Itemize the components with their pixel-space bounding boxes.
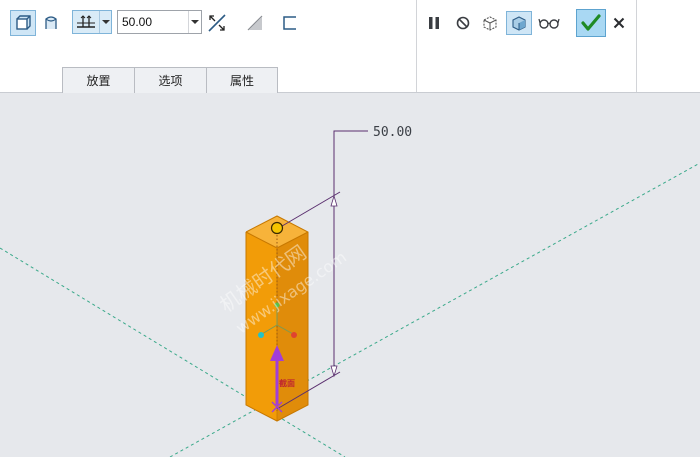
thicken-sketch-icon bbox=[281, 14, 299, 32]
depth-drag-handle[interactable] bbox=[270, 221, 284, 235]
tab-placement[interactable]: 放置 bbox=[62, 67, 135, 93]
pause-button[interactable] bbox=[423, 12, 445, 34]
chevron-down-icon bbox=[99, 11, 111, 33]
dimension-leader bbox=[333, 130, 368, 196]
flip-direction-button[interactable] bbox=[204, 10, 230, 36]
cancel-button[interactable] bbox=[609, 12, 629, 34]
flip-direction-icon bbox=[206, 12, 228, 34]
extrude-solid-button[interactable] bbox=[10, 10, 36, 36]
ok-button[interactable] bbox=[576, 9, 606, 37]
tab-properties[interactable]: 属性 bbox=[206, 67, 278, 93]
tab-options-label: 选项 bbox=[158, 74, 183, 88]
verify-glasses-icon bbox=[538, 16, 560, 30]
remove-material-icon bbox=[245, 13, 265, 33]
csys-point bbox=[291, 332, 297, 338]
dimension-arrow-top bbox=[330, 194, 338, 207]
chevron-down-icon[interactable] bbox=[188, 11, 201, 33]
blind-depth-icon bbox=[73, 11, 99, 33]
depth-type-dropdown[interactable] bbox=[72, 10, 112, 34]
extrude-surface-button[interactable] bbox=[39, 10, 65, 36]
feature-preview-icon bbox=[509, 14, 529, 32]
extrude-surface-icon bbox=[43, 14, 61, 32]
tab-placement-label: 放置 bbox=[86, 74, 111, 88]
extrude-solid-icon bbox=[14, 14, 32, 32]
cancel-x-icon bbox=[613, 17, 625, 29]
depth-value-input[interactable] bbox=[118, 11, 188, 33]
section-face-label: 截面 bbox=[279, 378, 295, 388]
geometry-preview-icon bbox=[480, 14, 500, 32]
verify-button[interactable] bbox=[536, 11, 562, 35]
no-preview-button[interactable] bbox=[452, 12, 474, 34]
dimension-value-label[interactable]: 50.00 bbox=[373, 125, 412, 140]
thicken-sketch-button[interactable] bbox=[277, 10, 303, 36]
checkmark-icon bbox=[581, 14, 601, 32]
dimension-extension-line bbox=[276, 191, 341, 230]
geometry-preview-button[interactable] bbox=[478, 11, 502, 35]
graphics-viewport[interactable]: 50.00 截面 机械时代网 www.jixage.com bbox=[0, 93, 700, 457]
toolbar-separator bbox=[636, 0, 637, 92]
toolbar-separator bbox=[416, 0, 417, 92]
no-preview-icon bbox=[455, 15, 471, 31]
feature-preview-button[interactable] bbox=[506, 11, 532, 35]
tab-options[interactable]: 选项 bbox=[134, 67, 207, 93]
tab-properties-label: 属性 bbox=[229, 74, 254, 88]
ribbon-toolbar: 放置 选项 属性 bbox=[0, 0, 700, 93]
remove-material-button[interactable] bbox=[242, 10, 268, 36]
pause-icon bbox=[427, 16, 441, 30]
depth-value-combobox[interactable] bbox=[117, 10, 202, 34]
csys-point bbox=[258, 332, 264, 338]
